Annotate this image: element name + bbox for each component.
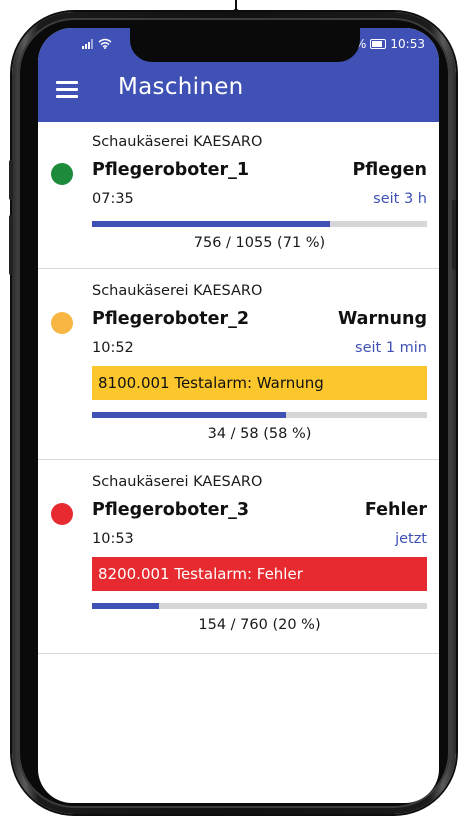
machine-name: Pflegeroboter_3 <box>92 500 250 520</box>
machine-name: Pflegeroboter_1 <box>92 160 250 180</box>
page-title: Maschinen <box>118 74 244 100</box>
progress-bar <box>92 412 427 418</box>
progress-label: 154 / 760 (20 %) <box>198 617 321 633</box>
status-bar-right: % 10:53 <box>355 37 425 51</box>
progress-label: 756 / 1055 (71 %) <box>193 235 326 251</box>
machine-state: Warnung <box>337 309 427 329</box>
site-name: Schaukäserei KAESARO <box>92 474 263 490</box>
phone-screen: % 10:53 Maschinen Schaukäserei KAESARO P… <box>38 28 439 803</box>
state-time: 10:53 <box>92 531 134 547</box>
progress-bar <box>92 221 427 227</box>
clock: 10:53 <box>390 37 425 51</box>
battery-icon <box>370 39 387 49</box>
progress-bar-fill <box>92 603 159 609</box>
alarm-banner-error[interactable]: 8200.001 Testalarm: Fehler <box>92 557 427 591</box>
status-indicator-icon <box>51 503 73 525</box>
machine-card[interactable]: Schaukäserei KAESARO Pflegeroboter_1 Pfl… <box>38 122 439 269</box>
volume-up-button <box>9 160 13 200</box>
hamburger-menu-icon[interactable] <box>56 81 78 99</box>
machine-card[interactable]: Schaukäserei KAESARO Pflegeroboter_3 Feh… <box>38 460 439 654</box>
machine-state: Fehler <box>364 500 427 520</box>
progress-bar-fill <box>92 221 330 227</box>
signal-icon <box>82 38 93 49</box>
status-indicator-icon <box>51 163 73 185</box>
machine-card[interactable]: Schaukäserei KAESARO Pflegeroboter_2 War… <box>38 269 439 460</box>
camera-notch <box>130 28 360 62</box>
machine-state: Pflegen <box>352 160 427 180</box>
alarm-banner-warning[interactable]: 8100.001 Testalarm: Warnung <box>92 366 427 400</box>
status-bar-left <box>82 38 112 49</box>
state-duration-link[interactable]: jetzt <box>395 531 427 547</box>
wifi-icon <box>98 38 112 49</box>
state-duration-link[interactable]: seit 1 min <box>355 340 427 356</box>
machine-list: Schaukäserei KAESARO Pflegeroboter_1 Pfl… <box>38 122 439 654</box>
status-indicator-icon <box>51 312 73 334</box>
state-time: 10:52 <box>92 340 134 356</box>
site-name: Schaukäserei KAESARO <box>92 283 263 299</box>
progress-bar-fill <box>92 412 287 418</box>
power-button <box>452 200 456 270</box>
machine-name: Pflegeroboter_2 <box>92 309 250 329</box>
state-duration-link[interactable]: seit 3 h <box>373 191 427 207</box>
site-name: Schaukäserei KAESARO <box>92 134 263 150</box>
state-time: 07:35 <box>92 191 134 207</box>
volume-down-button <box>9 215 13 275</box>
progress-label: 34 / 58 (58 %) <box>207 426 312 442</box>
progress-bar <box>92 603 427 609</box>
device-mockup: % 10:53 Maschinen Schaukäserei KAESARO P… <box>0 0 465 817</box>
